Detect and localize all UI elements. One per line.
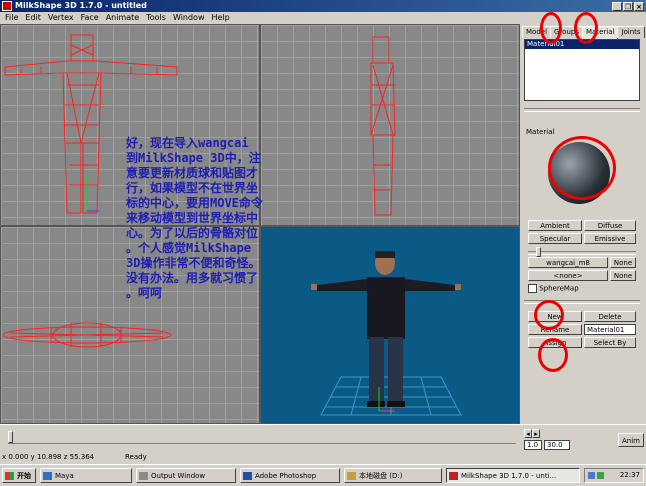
timeline-slider[interactable] xyxy=(8,431,516,444)
status-coords: x 0.000 y 10.898 z 55.364 xyxy=(2,453,95,461)
task-label: MilkShape 3D 1.7.0 - unti... xyxy=(461,472,557,480)
annotation-circle xyxy=(534,300,564,330)
system-tray: 22:37 xyxy=(584,468,644,483)
menu-face[interactable]: Face xyxy=(81,13,99,22)
ambient-button[interactable]: Ambient xyxy=(528,220,582,231)
restore-button[interactable]: ❐ xyxy=(623,2,633,11)
tab-joints[interactable]: Joints xyxy=(617,26,645,38)
play-forward-button[interactable]: ▸ xyxy=(532,429,540,438)
tray-icon[interactable] xyxy=(597,472,604,479)
material-name-field[interactable]: Material01 xyxy=(584,324,636,335)
overlay-annotation: 好，现在导入wangcai 到MilkShape 3D中，注 意要更新材质球和贴… xyxy=(126,136,306,301)
overlay-line: 来移动模型到世界坐标中 xyxy=(126,211,259,225)
material-label: Material xyxy=(526,128,555,136)
spheremap-label: SphereMap xyxy=(539,284,579,293)
total-frames-field[interactable]: 30.0 xyxy=(544,440,570,450)
menu-edit[interactable]: Edit xyxy=(25,13,41,22)
status-bar: x 0.000 y 10.898 z 55.364 Ready xyxy=(0,450,646,464)
app-icon xyxy=(2,1,12,11)
menu-animate[interactable]: Animate xyxy=(106,13,140,22)
slider-thumb[interactable] xyxy=(536,247,541,257)
task-milkshape[interactable]: MilkShape 3D 1.7.0 - unti... xyxy=(446,468,580,483)
play-backward-button[interactable]: ◂ xyxy=(524,429,532,438)
select-by-button[interactable]: Select By xyxy=(584,337,636,348)
checkbox-box[interactable] xyxy=(528,284,537,293)
annotation-circle xyxy=(538,338,568,372)
start-button[interactable]: 开始 xyxy=(2,468,36,483)
diffuse-button[interactable]: Diffuse xyxy=(584,220,636,231)
window-title: MilkShape 3D 1.7.0 - untitled xyxy=(15,1,147,10)
delete-button[interactable]: Delete xyxy=(584,311,636,322)
frame-field[interactable]: 1.0 xyxy=(524,440,542,450)
shininess-slider[interactable] xyxy=(528,247,636,257)
material-list[interactable]: Material01 xyxy=(524,39,640,101)
overlay-line: 没有办法。用多就习惯了 xyxy=(126,271,259,285)
annotation-circle xyxy=(574,12,598,44)
menu-window[interactable]: Window xyxy=(173,13,205,22)
maya-icon xyxy=(43,472,52,480)
overlay-line: 心。为了以后的骨骼对位 xyxy=(126,226,259,240)
start-label: 开始 xyxy=(17,472,31,480)
window-icon xyxy=(139,472,148,480)
anim-button[interactable]: Anim xyxy=(618,433,644,447)
title-bar: MilkShape 3D 1.7.0 - untitled _ ❐ × xyxy=(0,0,646,12)
overlay-line: 3D操作非常不便和奇怪。 xyxy=(126,256,261,270)
spheremap-checkbox[interactable]: SphereMap xyxy=(528,284,579,293)
task-local-disk[interactable]: 本地磁盘 (D:) xyxy=(344,468,442,483)
overlay-line: 意要更新材质球和贴图才 xyxy=(126,166,259,180)
annotation-circle xyxy=(548,136,616,200)
taskbar: 开始 Maya Output Window Adobe Photoshop 本地… xyxy=(0,464,646,486)
task-label: 本地磁盘 (D:) xyxy=(359,472,403,480)
alpha-none-button[interactable]: None xyxy=(610,270,636,281)
alpha-texture-button[interactable]: <none> xyxy=(528,270,608,281)
texture-none-button[interactable]: None xyxy=(610,257,636,268)
emissive-button[interactable]: Emissive xyxy=(584,233,636,244)
menu-file[interactable]: File xyxy=(5,13,18,22)
menu-vertex[interactable]: Vertex xyxy=(48,13,74,22)
overlay-line: 到MilkShape 3D中，注 xyxy=(126,151,261,165)
slider-thumb[interactable] xyxy=(8,431,13,443)
task-photoshop[interactable]: Adobe Photoshop xyxy=(240,468,340,483)
texture-button[interactable]: wangcai_m8 xyxy=(528,257,608,268)
timeline: ◂ ▸ 1.0 30.0 Anim xyxy=(0,424,646,451)
close-button[interactable]: × xyxy=(634,2,644,11)
overlay-line: 好，现在导入wangcai xyxy=(126,136,249,150)
overlay-line: 行，如果模型不在世界坐 xyxy=(126,181,259,195)
overlay-line: 标的中心，要用MOVE命令 xyxy=(126,196,263,210)
overlay-line: 。呵呵 xyxy=(126,286,163,300)
task-output-window[interactable]: Output Window xyxy=(136,468,236,483)
milkshape-icon xyxy=(449,472,458,480)
clock: 22:37 xyxy=(619,471,640,479)
task-label: Adobe Photoshop xyxy=(255,472,317,480)
divider xyxy=(524,108,640,112)
menu-help[interactable]: Help xyxy=(212,13,230,22)
task-label: Output Window xyxy=(151,472,206,480)
minimize-button[interactable]: _ xyxy=(612,2,622,11)
menu-tools[interactable]: Tools xyxy=(146,13,166,22)
task-label: Maya xyxy=(55,472,74,480)
annotation-circle xyxy=(540,12,562,44)
tray-icon[interactable] xyxy=(588,472,595,479)
windows-logo-icon xyxy=(5,472,14,480)
status-state: Ready xyxy=(125,453,147,461)
photoshop-icon xyxy=(243,472,252,480)
specular-button[interactable]: Specular xyxy=(528,233,582,244)
task-maya[interactable]: Maya xyxy=(40,468,132,483)
overlay-line: 。个人感觉MilkShape xyxy=(126,241,252,255)
folder-icon xyxy=(347,472,356,480)
material-panel: Model Groups Material Joints Material01 Mat… xyxy=(520,24,646,424)
